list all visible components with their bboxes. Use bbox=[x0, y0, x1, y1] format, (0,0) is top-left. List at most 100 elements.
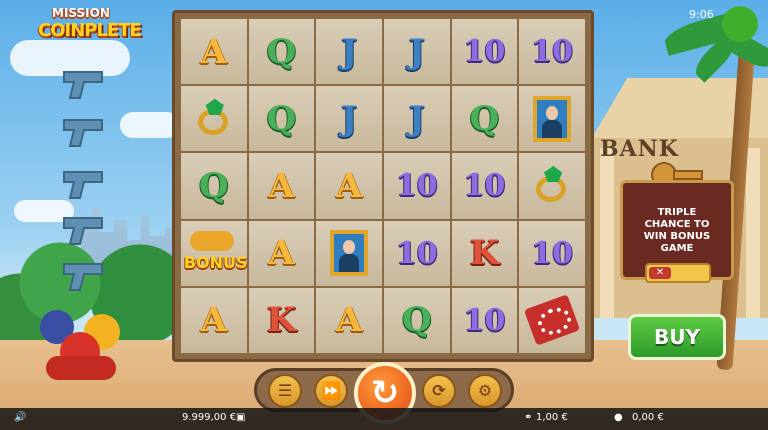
reel-cell: Q bbox=[383, 287, 450, 353]
pistol-icon bbox=[63, 119, 103, 147]
reel-cell: A bbox=[316, 153, 382, 219]
coins-icon: ⚙ bbox=[477, 381, 493, 400]
reel-cell: A bbox=[316, 287, 382, 353]
cloud bbox=[120, 112, 180, 138]
symbol-A: A bbox=[268, 165, 295, 206]
symbol-10: 10 bbox=[395, 168, 438, 204]
symbol-A: A bbox=[335, 165, 363, 206]
reel-cell bbox=[519, 287, 585, 353]
reel-cell: J bbox=[316, 19, 382, 85]
reel-cell: K bbox=[248, 287, 315, 353]
logo-line1: MISSION bbox=[52, 6, 110, 20]
balance-value: 9.999,00 € bbox=[182, 412, 237, 423]
symbol-10: 10 bbox=[463, 168, 506, 204]
symbol-J: J bbox=[408, 31, 425, 72]
reel-cell: 10 bbox=[519, 19, 585, 85]
panel-text-line4: GAME bbox=[660, 243, 694, 254]
status-time: 9:06 bbox=[689, 8, 714, 21]
bank-sign: BANK bbox=[600, 136, 679, 162]
triple-chance-panel: TRIPLE CHANCE TO WIN BONUS GAME ✕ bbox=[620, 180, 734, 283]
panel-text-line3: WIN BONUS bbox=[643, 231, 711, 242]
symbol-K: K bbox=[469, 233, 500, 274]
reel-cell: 10 bbox=[451, 287, 518, 353]
emerald-ring-icon bbox=[532, 165, 572, 206]
reel-cell: Q bbox=[248, 19, 315, 85]
symbol-Q: Q bbox=[469, 98, 500, 139]
symbol-J: J bbox=[341, 31, 358, 72]
reel-cell bbox=[181, 86, 247, 152]
symbol-K: K bbox=[266, 300, 297, 341]
footer-bar: 🔊 9.999,00 € ▣ ⚭ 1,00 € ● 0,00 € bbox=[0, 408, 768, 430]
spin-icon: ↻ bbox=[370, 373, 400, 413]
bet-icon: ⚭ bbox=[524, 412, 533, 423]
symbol-10: 10 bbox=[463, 34, 506, 70]
reel-cell: J bbox=[383, 19, 450, 85]
reel-cell: Q bbox=[451, 86, 518, 152]
pearl-necklace-icon bbox=[524, 294, 581, 347]
turbo-button[interactable]: ⏩ bbox=[314, 374, 348, 408]
symbol-10: 10 bbox=[463, 302, 506, 338]
robber-characters bbox=[36, 300, 132, 390]
symbol-A: A bbox=[335, 300, 363, 341]
reel-cell: J bbox=[383, 86, 450, 152]
autoplay-button[interactable]: ⟳ bbox=[422, 374, 456, 408]
reel-cell bbox=[519, 86, 585, 152]
bonus-label: BONUS bbox=[183, 253, 248, 273]
reel-grid: A Q J J 10 10 Q J J Q Q A A 10 10 BONUS A 10 K 10 A K A Q 10 bbox=[172, 10, 594, 362]
reel-cell: 10 bbox=[383, 153, 450, 219]
x-icon: ✕ bbox=[649, 267, 671, 279]
symbol-A: A bbox=[268, 233, 295, 274]
symbol-10: 10 bbox=[531, 235, 574, 271]
symbol-J: J bbox=[341, 98, 358, 139]
bet-button[interactable]: ⚙ bbox=[468, 374, 502, 408]
autoplay-icon: ⟳ bbox=[432, 381, 446, 400]
reel-cell: 10 bbox=[383, 220, 450, 286]
symbol-A: A bbox=[200, 31, 228, 72]
reel-cell: K bbox=[451, 220, 518, 286]
portrait-icon bbox=[330, 230, 369, 277]
bet-value: 1,00 € bbox=[536, 412, 568, 423]
reel-cell: A bbox=[248, 153, 315, 219]
reel-cell: A bbox=[181, 19, 247, 85]
panel-text-line1: TRIPLE bbox=[657, 207, 697, 218]
reel-cell: A bbox=[181, 287, 247, 353]
bonus-key-symbol: BONUS bbox=[182, 225, 248, 281]
reel-cells: A Q J J 10 10 Q J J Q Q A A 10 10 BONUS A 10 K 10 A K A Q 10 bbox=[181, 19, 585, 353]
pistol-icon bbox=[63, 217, 103, 245]
win-coins-icon: ● bbox=[614, 412, 623, 423]
portrait-icon bbox=[533, 95, 572, 142]
triple-chance-toggle[interactable]: ✕ bbox=[645, 263, 711, 283]
symbol-10: 10 bbox=[531, 34, 574, 70]
symbol-Q: Q bbox=[199, 165, 229, 206]
pistol-icon bbox=[63, 263, 103, 291]
fast-forward-icon: ⏩ bbox=[321, 381, 341, 400]
reel-cell: Q bbox=[248, 86, 315, 152]
panel-text-line2: CHANCE TO bbox=[644, 219, 710, 230]
sound-icon[interactable]: 🔊 bbox=[14, 412, 26, 423]
symbol-10: 10 bbox=[395, 235, 438, 271]
reel-cell: BONUS bbox=[181, 220, 248, 286]
reel-cell bbox=[519, 153, 585, 219]
win-value: 0,00 € bbox=[632, 412, 664, 423]
buy-button[interactable]: BUY bbox=[628, 314, 726, 360]
reel-cell: 10 bbox=[451, 19, 518, 85]
status-indicator bbox=[722, 6, 758, 42]
symbol-A: A bbox=[200, 300, 228, 341]
reel-cell: 10 bbox=[451, 153, 518, 219]
logo-line2: COINPLETE bbox=[38, 20, 142, 41]
reel-cell: J bbox=[316, 86, 382, 152]
menu-button[interactable]: ☰ bbox=[268, 374, 302, 408]
pistol-icon bbox=[63, 71, 103, 99]
symbol-Q: Q bbox=[266, 98, 297, 139]
symbol-Q: Q bbox=[402, 300, 432, 341]
wallet-icon: ▣ bbox=[236, 412, 246, 423]
reel-cell: Q bbox=[181, 153, 247, 219]
reel-cell: A bbox=[248, 220, 315, 286]
reel-cell: 10 bbox=[519, 220, 585, 286]
menu-icon: ☰ bbox=[277, 381, 293, 400]
symbol-J: J bbox=[408, 98, 425, 139]
reel-cell bbox=[316, 220, 382, 286]
pistol-icon bbox=[63, 171, 103, 199]
emerald-ring-icon bbox=[194, 98, 234, 139]
game-logo: MISSION COINPLETE bbox=[32, 6, 142, 50]
